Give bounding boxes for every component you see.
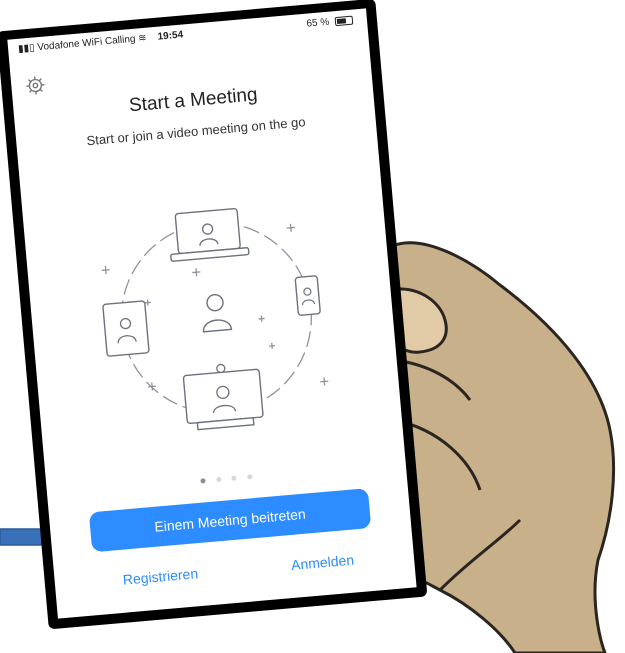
battery-icon <box>334 15 354 27</box>
carousel-dot[interactable] <box>216 476 222 483</box>
status-right: 65 % <box>306 15 354 30</box>
login-link[interactable]: Anmelden <box>290 552 354 573</box>
phone-icon <box>294 275 321 316</box>
status-left: ▮▮▯ Vodafone WiFi Calling ≋ <box>18 33 147 55</box>
auth-links: Registrieren Anmelden <box>94 550 375 598</box>
join-meeting-button[interactable]: Einem Meeting beitreten <box>88 488 372 553</box>
battery-percent: 65 % <box>306 16 330 30</box>
status-time: 19:54 <box>157 29 184 43</box>
meeting-illustration <box>101 207 329 431</box>
phone-screen: ▮▮▯ Vodafone WiFi Calling ≋ 19:54 65 % S… <box>7 8 417 619</box>
carousel-dot[interactable] <box>231 475 237 481</box>
signal-icon: ▮▮▯ <box>17 42 36 55</box>
gear-icon[interactable] <box>25 75 47 97</box>
wifi-icon: ≋ <box>137 32 148 45</box>
user-icon <box>202 293 233 333</box>
laptop-icon <box>170 207 250 262</box>
room-display-icon <box>182 363 264 431</box>
carousel-dot[interactable] <box>246 474 253 480</box>
phone-frame: ▮▮▯ Vodafone WiFi Calling ≋ 19:54 65 % S… <box>0 0 428 630</box>
carrier-label: Vodafone WiFi Calling <box>36 33 136 54</box>
carousel-dot[interactable] <box>200 478 207 484</box>
register-link[interactable]: Registrieren <box>122 565 199 588</box>
tablet-icon <box>102 300 150 357</box>
